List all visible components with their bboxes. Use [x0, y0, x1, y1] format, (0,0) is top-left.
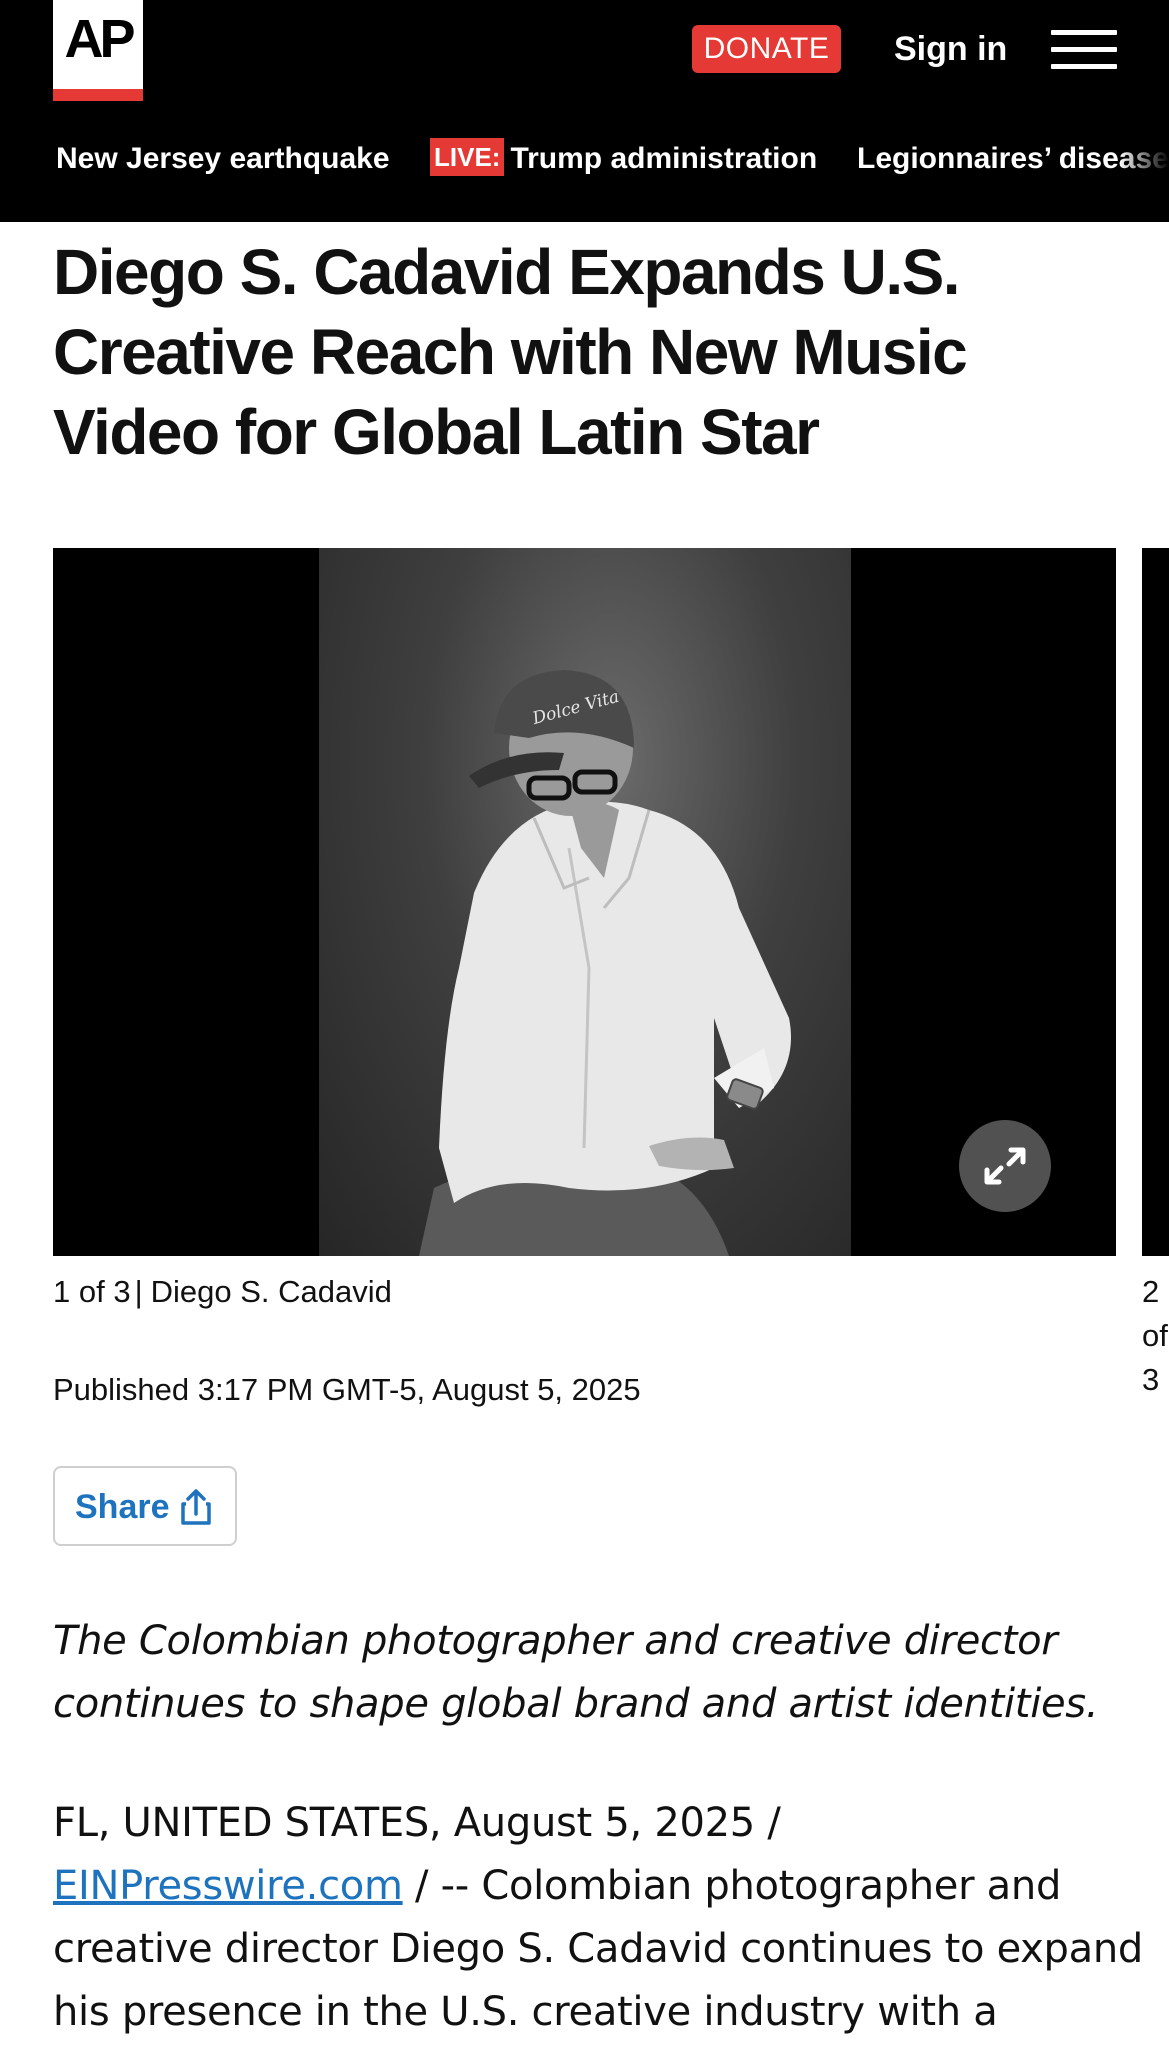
live-badge: LIVE: [430, 138, 505, 176]
donate-button[interactable]: DONATE [692, 25, 841, 73]
nav-fade-overlay [1119, 136, 1169, 182]
einpresswire-link[interactable]: EINPresswire.com [53, 1863, 403, 1909]
caption-separator: | [134, 1274, 143, 1309]
trending-nav: New Jersey earthquake LIVE: Trump adminis… [0, 136, 1169, 182]
nav-item-label: New Jersey earthquake [56, 142, 390, 175]
portrait-illustration: Dolce Vita [419, 670, 791, 1256]
photo-gallery[interactable]: Dolce Vita [53, 548, 1116, 1256]
logo-underline [53, 89, 143, 101]
gallery-caption: 1 of 3 | Diego S. Cadavid [53, 1270, 392, 1314]
ap-logo[interactable]: AP [53, 0, 143, 101]
next-gallery-counter: 2 of 3 [1142, 1274, 1168, 1397]
hamburger-menu-icon[interactable] [1051, 28, 1117, 72]
expand-arrows-icon[interactable] [959, 1120, 1051, 1212]
share-button[interactable]: Share [53, 1466, 237, 1546]
site-header: AP DONATE Sign in New Jersey earthquake … [0, 0, 1169, 222]
menu-line [1051, 30, 1117, 35]
logo-text: AP [64, 9, 135, 69]
dateline: FL, UNITED STATES, August 5, 2025 / [53, 1800, 781, 1846]
share-upload-icon [181, 1489, 211, 1525]
photo-credit: Diego S. Cadavid [150, 1274, 392, 1309]
nav-item-trump-administration[interactable]: LIVE: Trump administration [430, 136, 817, 182]
gallery-photo[interactable]: Dolce Vita [319, 548, 851, 1256]
article-body-paragraph: FL, UNITED STATES, August 5, 2025 / EINPr… [53, 1792, 1143, 2044]
nav-item-label: Trump administration [510, 142, 818, 175]
sign-in-link[interactable]: Sign in [894, 27, 1007, 71]
menu-line [1051, 47, 1117, 52]
gallery-counter: 1 of 3 [53, 1274, 131, 1309]
menu-line [1051, 64, 1117, 69]
article-dek: The Colombian photographer and creative … [53, 1618, 1099, 1727]
nav-item-new-jersey-earthquake[interactable]: New Jersey earthquake [56, 136, 390, 182]
article-headline: Diego S. Cadavid Expands U.S. Creative R… [53, 236, 968, 468]
published-timestamp: Published 3:17 PM GMT-5, August 5, 2025 [53, 1372, 641, 1407]
next-gallery-slide[interactable] [1142, 548, 1169, 1256]
share-label: Share [75, 1488, 170, 1526]
